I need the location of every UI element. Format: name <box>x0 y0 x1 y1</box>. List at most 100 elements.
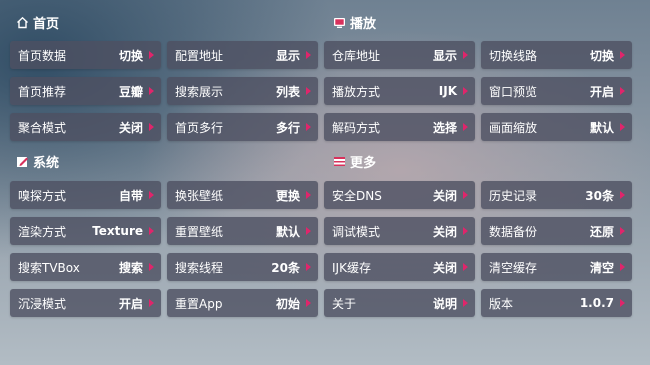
setting-label: 数据备份 <box>489 224 538 239</box>
setting-value: 初始 <box>275 296 300 311</box>
setting-label: 搜索TVBox <box>18 260 80 275</box>
setting-debug-mode[interactable]: 调试模式 关闭 <box>324 217 475 245</box>
setting-label: 解码方式 <box>332 120 381 135</box>
setting-render-method[interactable]: 渲染方式 Texture <box>10 217 161 245</box>
setting-label: 换张壁纸 <box>175 188 224 203</box>
chevron-right-icon <box>620 51 625 59</box>
setting-reset-wallpaper[interactable]: 重置壁纸 默认 <box>167 217 318 245</box>
setting-ijk-cache[interactable]: IJK缓存 关闭 <box>324 253 475 281</box>
section-playback-title: 播放 <box>350 16 377 32</box>
chevron-right-icon <box>620 227 625 235</box>
setting-search-threads[interactable]: 搜索线程 20条 <box>167 253 318 281</box>
setting-label: 配置地址 <box>175 48 224 63</box>
section-more: 更多 <box>333 152 377 171</box>
setting-data-backup[interactable]: 数据备份 还原 <box>481 217 632 245</box>
setting-label: 渲染方式 <box>18 224 67 239</box>
setting-home-multirow[interactable]: 首页多行 多行 <box>167 113 318 141</box>
section-home: 首页 <box>16 13 60 32</box>
chevron-right-icon <box>620 123 625 131</box>
setting-label: 播放方式 <box>332 84 381 99</box>
setting-home-data[interactable]: 首页数据 切换 <box>10 41 161 69</box>
section-playback: 播放 <box>333 13 377 32</box>
setting-value: 清空 <box>589 260 614 275</box>
setting-value: 选择 <box>432 120 457 135</box>
setting-value: 切换 <box>589 48 614 63</box>
setting-label: 首页多行 <box>175 120 224 135</box>
setting-label: 安全DNS <box>332 188 382 203</box>
setting-value: 豆瓣 <box>118 84 143 99</box>
section-system: 系统 <box>16 152 60 171</box>
setting-reset-app[interactable]: 重置App 初始 <box>167 289 318 317</box>
setting-label: 沉浸模式 <box>18 296 67 311</box>
setting-config-address[interactable]: 配置地址 显示 <box>167 41 318 69</box>
setting-switch-line[interactable]: 切换线路 切换 <box>481 41 632 69</box>
setting-value: IJK <box>438 84 457 98</box>
setting-clear-cache[interactable]: 清空缓存 清空 <box>481 253 632 281</box>
section-more-title: 更多 <box>350 155 377 171</box>
setting-label: 历史记录 <box>489 188 538 203</box>
setting-value: 关闭 <box>432 224 457 239</box>
setting-immersive-mode[interactable]: 沉浸模式 开启 <box>10 289 161 317</box>
section-home-title: 首页 <box>33 16 60 32</box>
setting-label: 嗅探方式 <box>18 188 67 203</box>
chevron-right-icon <box>620 263 625 271</box>
chevron-right-icon <box>149 299 154 307</box>
chevron-right-icon <box>620 191 625 199</box>
chevron-right-icon <box>149 227 154 235</box>
flag-icon <box>333 155 346 168</box>
setting-safe-dns[interactable]: 安全DNS 关闭 <box>324 181 475 209</box>
setting-value: Texture <box>92 224 143 238</box>
chevron-right-icon <box>463 263 468 271</box>
chevron-right-icon <box>306 299 311 307</box>
setting-play-method[interactable]: 播放方式 IJK <box>324 77 475 105</box>
setting-about[interactable]: 关于 说明 <box>324 289 475 317</box>
chevron-right-icon <box>463 87 468 95</box>
chevron-right-icon <box>306 123 311 131</box>
setting-home-recommend[interactable]: 首页推荐 豆瓣 <box>10 77 161 105</box>
setting-label: 切换线路 <box>489 48 538 63</box>
setting-search-tvbox[interactable]: 搜索TVBox 搜索 <box>10 253 161 281</box>
setting-label: 搜索展示 <box>175 84 224 99</box>
setting-value: 显示 <box>432 48 457 63</box>
setting-aggregate-mode[interactable]: 聚合模式 关闭 <box>10 113 161 141</box>
setting-decode-method[interactable]: 解码方式 选择 <box>324 113 475 141</box>
setting-sniff-method[interactable]: 嗅探方式 自带 <box>10 181 161 209</box>
setting-label: 重置App <box>175 296 223 311</box>
chevron-right-icon <box>306 227 311 235</box>
setting-label: 清空缓存 <box>489 260 538 275</box>
setting-value: 列表 <box>275 84 300 99</box>
setting-value: 更换 <box>275 188 300 203</box>
setting-label: 搜索线程 <box>175 260 224 275</box>
setting-version[interactable]: 版本 1.0.7 <box>481 289 632 317</box>
chevron-right-icon <box>149 123 154 131</box>
setting-label: 版本 <box>489 296 514 311</box>
setting-value: 开启 <box>118 296 143 311</box>
setting-value: 搜索 <box>118 260 143 275</box>
setting-value: 1.0.7 <box>579 296 614 310</box>
setting-label: 调试模式 <box>332 224 381 239</box>
setting-change-wallpaper[interactable]: 换张壁纸 更换 <box>167 181 318 209</box>
setting-value: 自带 <box>118 188 143 203</box>
setting-value: 开启 <box>589 84 614 99</box>
chevron-right-icon <box>149 263 154 271</box>
chevron-right-icon <box>149 191 154 199</box>
setting-label: 画面缩放 <box>489 120 538 135</box>
section-system-title: 系统 <box>33 155 60 171</box>
setting-value: 关闭 <box>118 120 143 135</box>
setting-label: 关于 <box>332 296 357 311</box>
setting-window-preview[interactable]: 窗口预览 开启 <box>481 77 632 105</box>
setting-repo-address[interactable]: 仓库地址 显示 <box>324 41 475 69</box>
setting-value: 默认 <box>275 224 300 239</box>
tv-icon <box>333 16 346 29</box>
chevron-right-icon <box>149 51 154 59</box>
home-icon <box>16 16 29 29</box>
setting-history[interactable]: 历史记录 30条 <box>481 181 632 209</box>
chevron-right-icon <box>149 87 154 95</box>
setting-screen-scale[interactable]: 画面缩放 默认 <box>481 113 632 141</box>
edit-icon <box>16 155 29 168</box>
setting-label: 首页数据 <box>18 48 67 63</box>
setting-value: 切换 <box>118 48 143 63</box>
chevron-right-icon <box>463 227 468 235</box>
setting-search-display[interactable]: 搜索展示 列表 <box>167 77 318 105</box>
chevron-right-icon <box>463 123 468 131</box>
